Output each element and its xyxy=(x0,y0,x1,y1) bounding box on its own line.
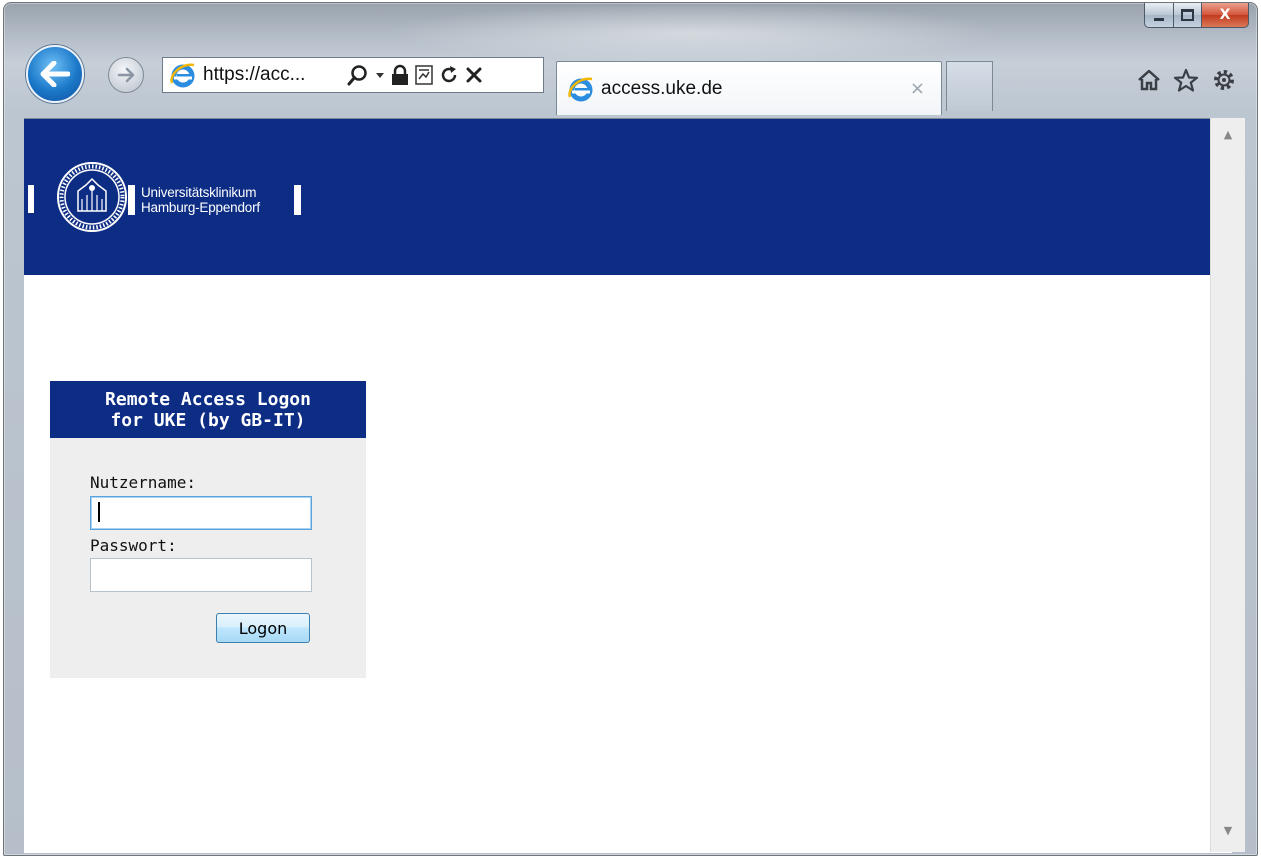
address-url[interactable]: https://acc... xyxy=(203,64,343,86)
organization-name-line2: Hamburg-Eppendorf xyxy=(141,200,260,215)
page-viewport: Universitätsklinikum Hamburg-Eppendorf R… xyxy=(24,118,1232,853)
tab-close-icon[interactable]: × xyxy=(910,78,925,99)
logon-title: Remote Access Logon for UKE (by GB-IT) xyxy=(50,381,366,438)
logon-panel: Remote Access Logon for UKE (by GB-IT) N… xyxy=(50,381,366,678)
forward-icon xyxy=(117,67,135,83)
site-header-banner: Universitätsklinikum Hamburg-Eppendorf xyxy=(24,119,1210,275)
logon-title-line2: for UKE (by GB-IT) xyxy=(110,410,306,431)
favorites-star-icon[interactable] xyxy=(1173,68,1199,92)
scroll-up-arrow-icon[interactable]: ▲ xyxy=(1211,122,1245,146)
text-caret xyxy=(98,502,100,522)
toolbar-right xyxy=(1137,67,1237,93)
banner-divider xyxy=(294,185,301,215)
organization-name-line1: Universitätsklinikum xyxy=(141,185,257,200)
vertical-scrollbar[interactable]: ▲ ▼ xyxy=(1210,118,1245,852)
refresh-icon[interactable] xyxy=(439,65,459,85)
dropdown-icon[interactable] xyxy=(375,71,385,79)
stop-icon[interactable] xyxy=(465,66,483,84)
maximize-button[interactable] xyxy=(1174,3,1202,28)
lock-icon[interactable] xyxy=(391,64,409,86)
window-caption-buttons: X xyxy=(1144,3,1249,28)
banner-divider xyxy=(28,185,34,213)
minimize-button[interactable] xyxy=(1144,3,1174,28)
password-label: Passwort: xyxy=(90,536,177,555)
search-icon[interactable] xyxy=(347,64,369,86)
gear-icon[interactable] xyxy=(1211,67,1237,93)
address-bar[interactable]: https://acc... xyxy=(162,57,544,93)
ie-logo-icon xyxy=(568,77,593,101)
compat-view-icon[interactable] xyxy=(415,65,433,85)
back-icon xyxy=(40,61,70,87)
home-icon[interactable] xyxy=(1137,68,1161,92)
tab-access-uke[interactable]: access.uke.de × xyxy=(556,61,942,115)
tab-title: access.uke.de xyxy=(601,77,723,99)
organization-name: Universitätsklinikum Hamburg-Eppendorf xyxy=(141,185,260,215)
logon-button[interactable]: Logon xyxy=(216,613,310,643)
username-field-wrap xyxy=(50,496,366,530)
password-input[interactable] xyxy=(90,558,312,592)
close-window-button[interactable]: X xyxy=(1202,3,1249,28)
username-input[interactable] xyxy=(90,496,312,530)
new-tab-button[interactable] xyxy=(946,61,993,111)
back-button[interactable] xyxy=(26,45,84,103)
logon-title-line1: Remote Access Logon xyxy=(105,389,311,410)
scroll-down-arrow-icon[interactable]: ▼ xyxy=(1211,818,1245,842)
ie-logo-icon xyxy=(170,63,195,88)
forward-button[interactable] xyxy=(108,57,144,93)
username-label: Nutzername: xyxy=(90,473,196,492)
banner-divider xyxy=(128,185,135,215)
